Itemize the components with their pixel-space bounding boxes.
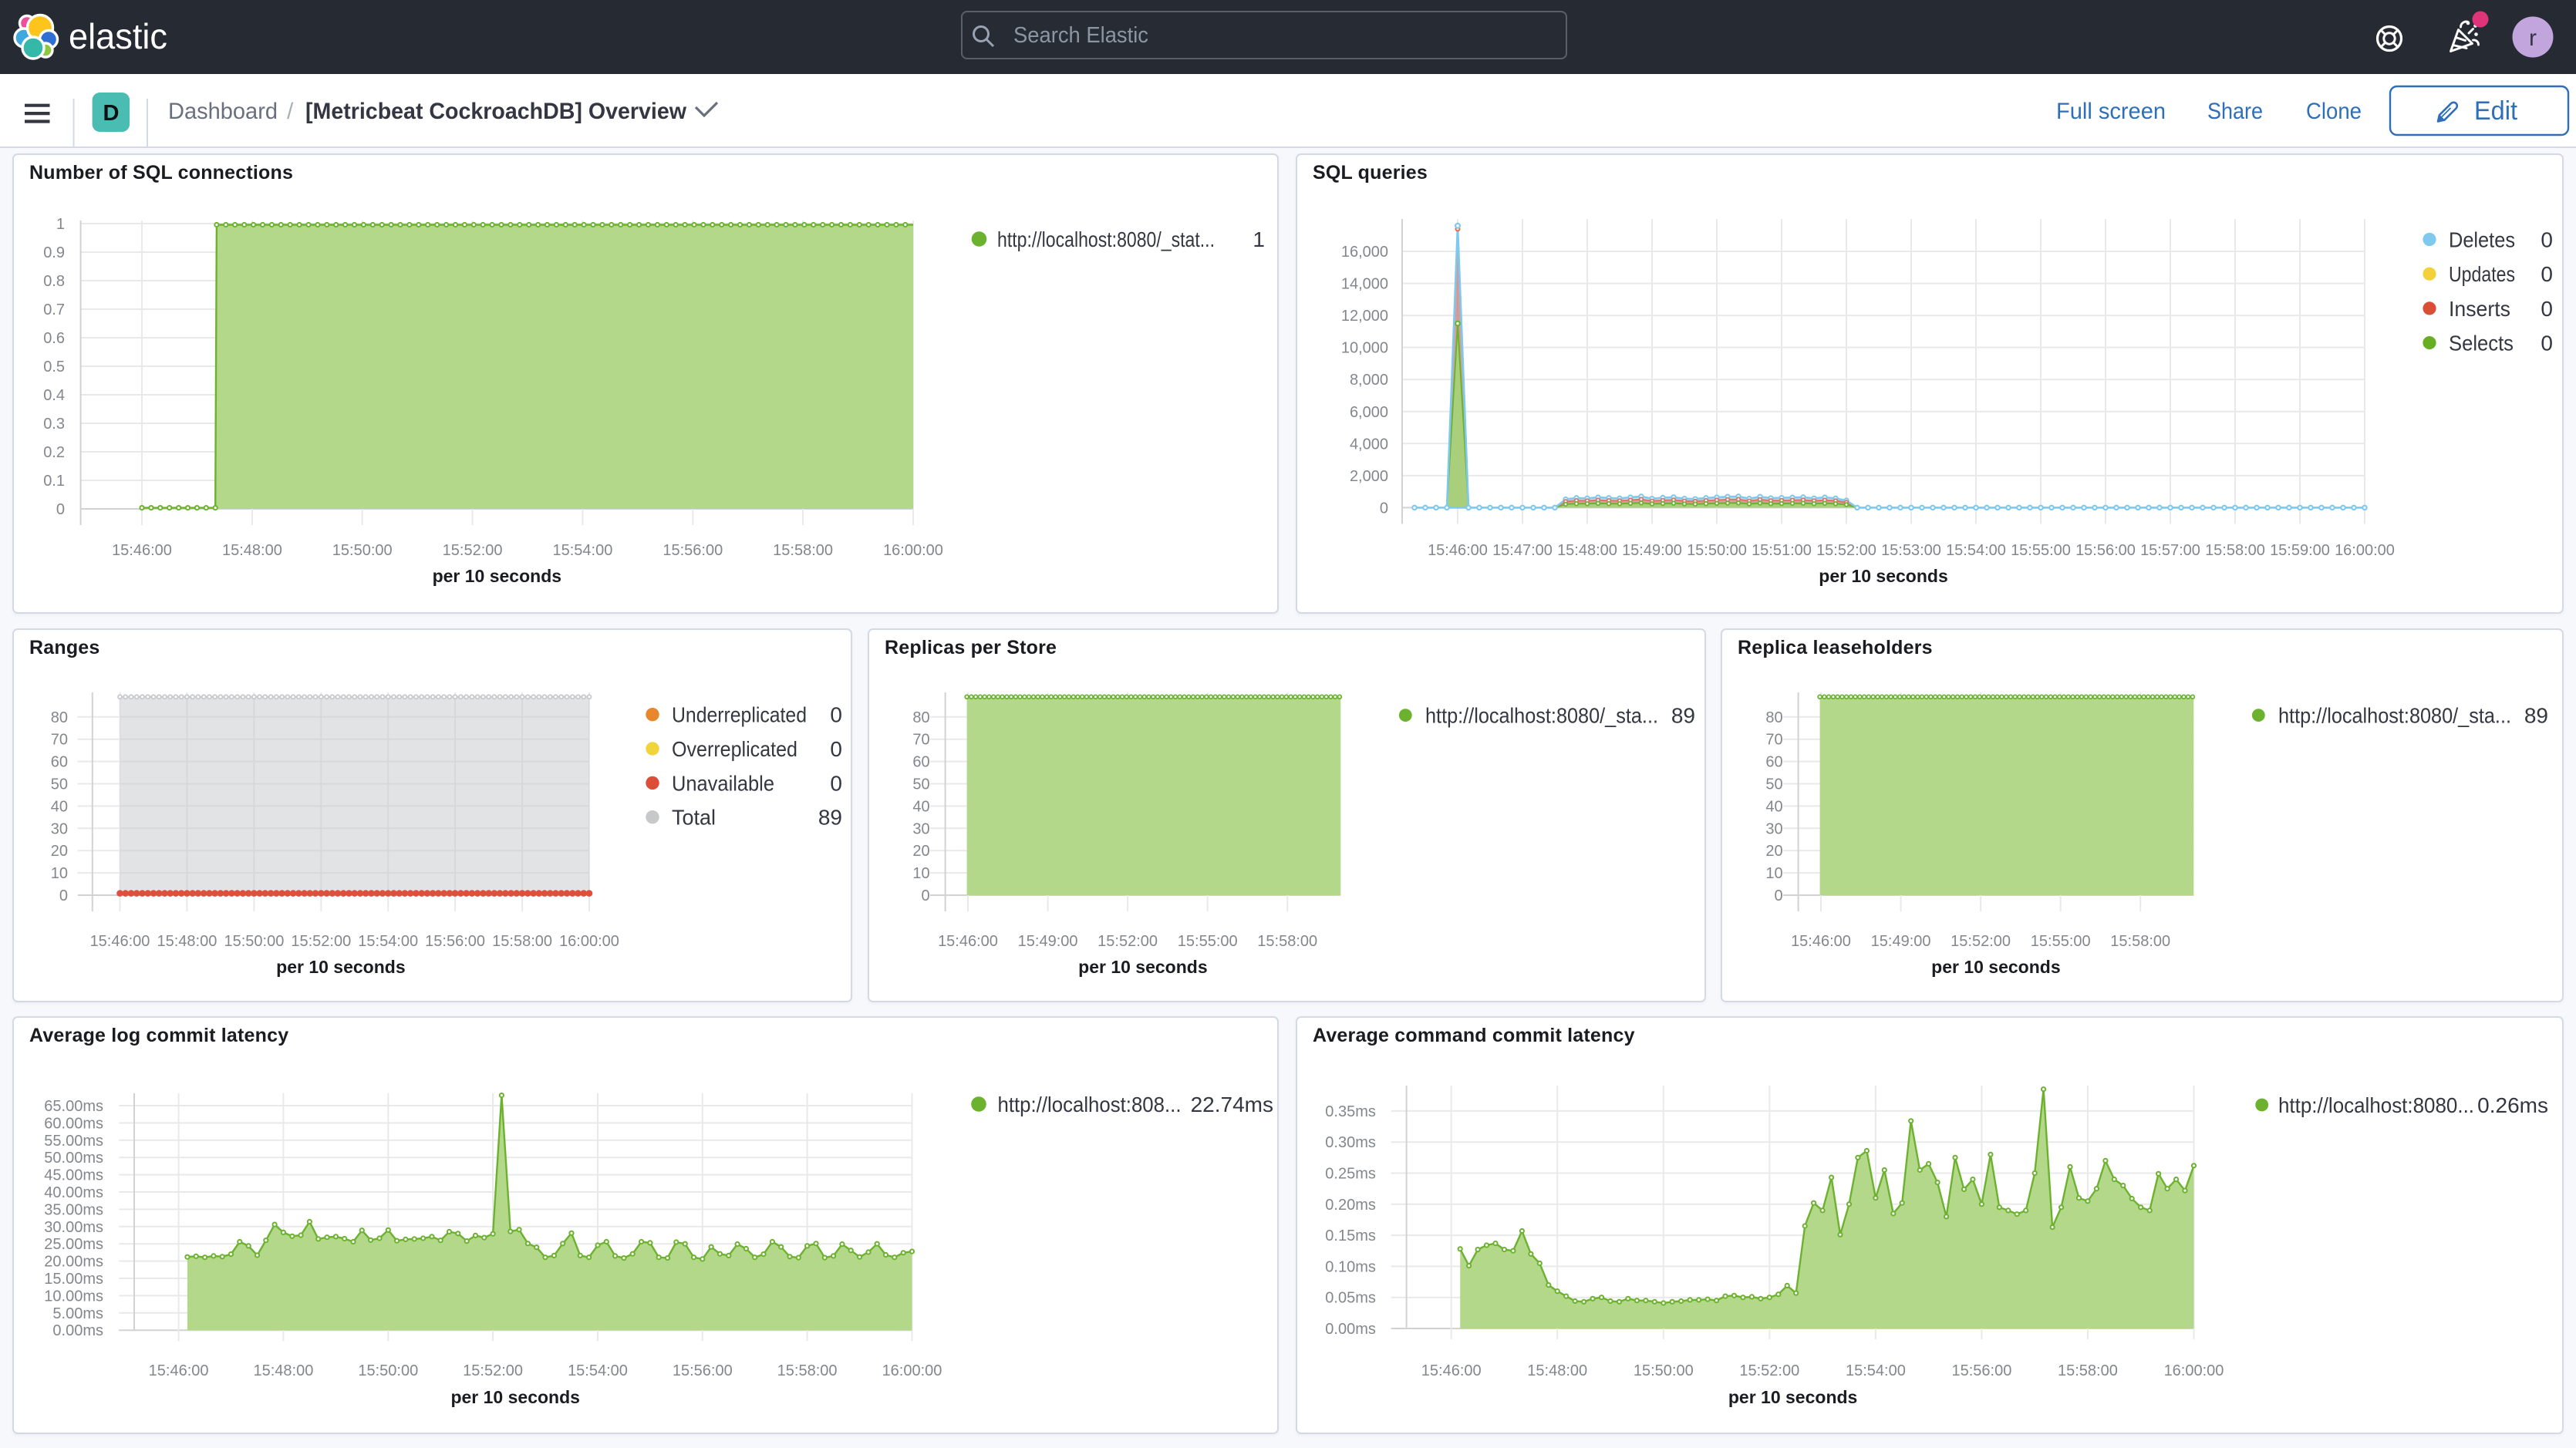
svg-text:Dashboard: Dashboard: [168, 99, 278, 124]
svg-text:Clone: Clone: [2306, 99, 2362, 124]
svg-text:[Metricbeat CockroachDB] Overv: [Metricbeat CockroachDB] Overview: [305, 99, 687, 124]
svg-text:Share: Share: [2207, 99, 2263, 124]
svg-text:/: /: [287, 99, 294, 124]
svg-text:Full screen: Full screen: [2056, 99, 2166, 124]
svg-text:Edit: Edit: [2474, 96, 2518, 126]
svg-text:elastic: elastic: [69, 16, 167, 56]
svg-text:r: r: [2529, 25, 2537, 51]
svg-text:D: D: [103, 101, 120, 126]
svg-text:Search Elastic: Search Elastic: [1013, 23, 1148, 48]
